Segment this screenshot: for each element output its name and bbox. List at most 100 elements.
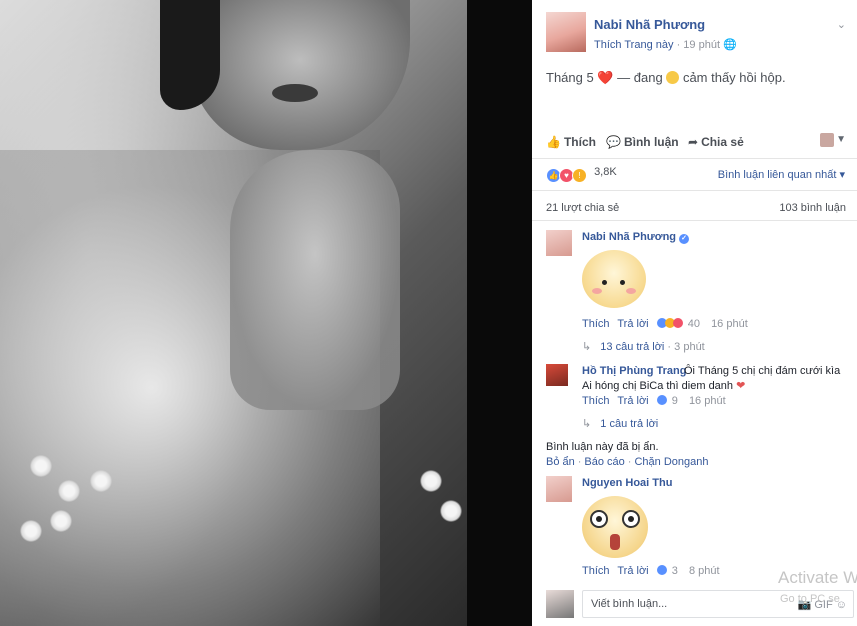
comment-time[interactable]: 16 phút bbox=[689, 395, 726, 407]
block-link[interactable]: Chặn Donganh bbox=[634, 456, 708, 468]
like-page-link[interactable]: Thích Trang này bbox=[594, 39, 674, 51]
comment-input[interactable] bbox=[583, 591, 789, 617]
love-reaction-icon bbox=[672, 318, 683, 328]
hidden-comment-actions: Bỏ ẩn · Báo cáo · Chặn Donganh bbox=[546, 456, 708, 468]
current-user-avatar bbox=[546, 590, 574, 618]
post-action-bar: 👍 Thích 💬 Bình luận ➦ Chia sẻ ▼ bbox=[546, 132, 846, 154]
reply-arrow-icon: ↳ bbox=[582, 418, 592, 430]
wow-reaction-icon: ! bbox=[572, 168, 587, 183]
comment-avatar[interactable] bbox=[546, 230, 572, 256]
comment-reply-link[interactable]: Trả lời bbox=[617, 565, 648, 577]
sticker-mouth bbox=[610, 534, 620, 550]
divider bbox=[532, 220, 857, 221]
comment-icon: 💬 bbox=[606, 135, 621, 149]
post-header: Nabi Nhã Phương Thích Trang này · 19 phú… bbox=[546, 12, 846, 56]
comment-button[interactable]: 💬 Bình luận bbox=[606, 135, 679, 149]
comment-reply-link[interactable]: Trả lời bbox=[617, 395, 648, 407]
post-photo[interactable] bbox=[0, 0, 467, 626]
comment-reaction-count[interactable]: 40 bbox=[688, 318, 700, 330]
comment-reaction-count[interactable]: 9 bbox=[672, 395, 678, 407]
comment-like-link[interactable]: Thích bbox=[582, 318, 610, 330]
meta-dot: · bbox=[676, 39, 681, 51]
post-meta: Thích Trang này · 19 phút 🌐 bbox=[594, 38, 737, 51]
comment-count[interactable]: 103 bình luận bbox=[779, 202, 846, 214]
photo-flower bbox=[58, 480, 80, 502]
verified-badge-icon: ✓ bbox=[679, 234, 690, 244]
reaction-count: 3,8K bbox=[594, 166, 617, 178]
engagement-counts: 21 lượt chia sẻ 103 bình luận bbox=[546, 202, 846, 214]
comment-like-link[interactable]: Thích bbox=[582, 565, 610, 577]
comment-time[interactable]: 8 phút bbox=[689, 565, 720, 577]
post-text-feeling: — đang bbox=[617, 70, 663, 85]
nervous-emoji-icon bbox=[666, 71, 680, 84]
comment-reply-link[interactable]: Trả lời bbox=[617, 318, 648, 330]
comment-text: Ôi Tháng 5 chị chị đám cưới kìa Ai hóng … bbox=[582, 364, 842, 394]
heart-icon: ❤️ bbox=[597, 70, 614, 85]
comment-author[interactable]: Nguyen Hoai Thu bbox=[582, 477, 672, 489]
replies-count: 1 câu trả lời bbox=[600, 418, 659, 430]
share-count[interactable]: 21 lượt chia sẻ bbox=[546, 202, 619, 214]
photo-hair bbox=[160, 0, 220, 110]
photo-face bbox=[190, 0, 410, 150]
comment-reaction-count[interactable]: 3 bbox=[672, 565, 678, 577]
chevron-down-icon[interactable]: ⌄ bbox=[837, 18, 846, 31]
photo-hand bbox=[230, 150, 400, 410]
share-label: Chia sẻ bbox=[701, 135, 744, 149]
sticker-eye bbox=[590, 510, 608, 528]
comment-time[interactable]: 16 phút bbox=[711, 318, 748, 330]
photo-flower bbox=[20, 520, 42, 542]
actor-avatar[interactable] bbox=[820, 133, 834, 147]
page-name[interactable]: Nabi Nhã Phương bbox=[594, 17, 705, 32]
like-button[interactable]: 👍 Thích bbox=[546, 135, 596, 149]
view-replies-link[interactable]: ↳ 13 câu trả lời · 3 phút bbox=[582, 340, 705, 353]
post-side-panel: Nabi Nhã Phương Thích Trang này · 19 phú… bbox=[532, 0, 857, 626]
thumbs-up-icon: 👍 bbox=[546, 135, 561, 149]
caret-down-icon: ▾ bbox=[839, 169, 845, 181]
comment-like-link[interactable]: Thích bbox=[582, 395, 610, 407]
hidden-comment-note: Bình luận này đã bị ẩn. bbox=[546, 441, 659, 453]
link-dot: · bbox=[577, 456, 582, 468]
replies-count: 13 câu trả lời bbox=[600, 341, 665, 353]
post-time[interactable]: 19 phút bbox=[683, 39, 720, 51]
comment-avatar[interactable] bbox=[546, 476, 572, 502]
reaction-summary[interactable]: 👍 ♥! 3,8K bbox=[546, 166, 617, 183]
photo-backdrop bbox=[467, 0, 532, 626]
view-replies-link[interactable]: ↳ 1 câu trả lời bbox=[582, 417, 658, 430]
photo-lips bbox=[272, 84, 318, 102]
replies-time: 3 phút bbox=[674, 341, 705, 353]
post-text-feeling-desc: cảm thấy hồi hộp. bbox=[682, 70, 786, 85]
activate-windows-subtext: Go to PC se bbox=[780, 593, 840, 605]
activate-windows-watermark: Activate W bbox=[778, 568, 857, 587]
comment-avatar[interactable] bbox=[546, 364, 568, 386]
sticker-cheek bbox=[626, 288, 636, 294]
page-avatar[interactable] bbox=[546, 12, 586, 52]
sticker-eye bbox=[622, 510, 640, 528]
like-reaction-icon bbox=[656, 565, 667, 575]
share-button[interactable]: ➦ Chia sẻ bbox=[688, 135, 744, 149]
post-text-month: Tháng 5 bbox=[546, 70, 594, 85]
comment-actions: Thích Trả lời 9 16 phút bbox=[582, 395, 726, 407]
comment-author[interactable]: Nabi Nhã Phương ✓ bbox=[582, 231, 690, 244]
unhide-link[interactable]: Bỏ ẩn bbox=[546, 456, 575, 468]
globe-icon: 🌐 bbox=[723, 39, 737, 51]
comment-author-name: Nabi Nhã Phương bbox=[582, 231, 677, 243]
comment-text-body: Ôi Tháng 5 chị chị đám cưới kìa Ai hóng … bbox=[582, 365, 841, 392]
like-label: Thích bbox=[563, 135, 596, 149]
comment-sort-label: Bình luận liên quan nhất bbox=[717, 169, 837, 181]
comment-label: Bình luận bbox=[623, 135, 679, 149]
sticker-eye bbox=[620, 280, 625, 285]
sticker-eye bbox=[602, 280, 607, 285]
post-text: Tháng 5 ❤️ — đang cảm thấy hồi hộp. bbox=[546, 70, 786, 86]
blushing-sticker bbox=[582, 250, 646, 308]
reply-arrow-icon: ↳ bbox=[582, 341, 592, 353]
divider bbox=[532, 158, 857, 159]
report-link[interactable]: Báo cáo bbox=[584, 456, 624, 468]
photo-flower bbox=[90, 470, 112, 492]
comment-actions: Thích Trả lời 3 8 phút bbox=[582, 565, 720, 577]
shocked-sticker bbox=[582, 496, 648, 558]
like-reaction-icon bbox=[656, 395, 667, 405]
comment-sort-dropdown[interactable]: Bình luận liên quan nhất ▾ bbox=[718, 168, 845, 181]
sticker-cheek bbox=[592, 288, 602, 294]
heart-icon: ❤ bbox=[736, 380, 746, 392]
caret-down-icon[interactable]: ▼ bbox=[836, 134, 846, 145]
